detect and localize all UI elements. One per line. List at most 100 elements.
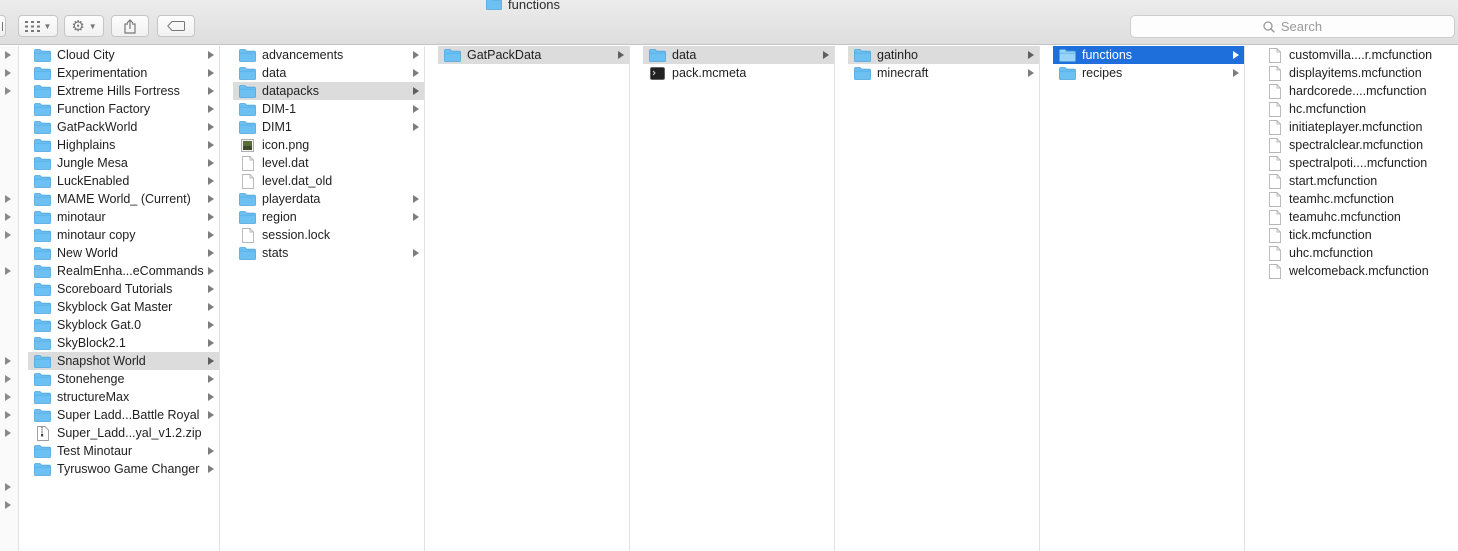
file-row[interactable]: uhc.mcfunction	[1258, 244, 1458, 262]
folder-row[interactable]: Test Minotaur	[28, 442, 219, 460]
file-row[interactable]: customvilla....r.mcfunction	[1258, 46, 1458, 64]
item-label: level.dat_old	[262, 174, 333, 188]
view-options-button[interactable]: ▼	[18, 15, 58, 37]
tag-button[interactable]	[157, 15, 195, 37]
folder-row[interactable]: playerdata	[233, 190, 424, 208]
folder-row[interactable]: MAME World_ (Current)	[28, 190, 219, 208]
folder-icon	[34, 138, 51, 152]
file-row[interactable]: welcomeback.mcfunction	[1258, 262, 1458, 280]
file-row[interactable]: displayitems.mcfunction	[1258, 64, 1458, 82]
folder-row[interactable]: data	[643, 46, 834, 64]
folder-row[interactable]: data	[233, 64, 424, 82]
item-label: New World	[57, 246, 118, 260]
item-label: Super_Ladd...yal_v1.2.zip	[57, 426, 202, 440]
file-row[interactable]: spectralpoti....mcfunction	[1258, 154, 1458, 172]
folder-row[interactable]: functions	[1053, 46, 1244, 64]
folder-row[interactable]: LuckEnabled	[28, 172, 219, 190]
folder-row[interactable]: Skyblock Gat Master	[28, 298, 219, 316]
document-icon	[1266, 173, 1283, 189]
folder-row[interactable]: Extreme Hills Fortress	[28, 82, 219, 100]
file-row[interactable]: pack.mcmeta	[643, 64, 834, 82]
folder-row[interactable]: advancements	[233, 46, 424, 64]
file-row[interactable]: spectralclear.mcfunction	[1258, 136, 1458, 154]
disclosure-arrow-icon	[208, 213, 214, 221]
column-partial	[0, 46, 19, 551]
folder-icon	[1059, 66, 1076, 80]
folder-row[interactable]: New World	[28, 244, 219, 262]
folder-row[interactable]: Highplains	[28, 136, 219, 154]
folder-row[interactable]: Tyruswoo Game Changer	[28, 460, 219, 478]
folder-row[interactable]: structureMax	[28, 388, 219, 406]
disclosure-arrow-icon	[413, 105, 419, 113]
file-row[interactable]: session.lock	[233, 226, 424, 244]
action-menu-button[interactable]: ⚙ ▼	[64, 15, 104, 37]
disclosure-arrow-icon	[208, 339, 214, 347]
search-field[interactable]: Search	[1130, 15, 1455, 38]
folder-row[interactable]: datapacks	[233, 82, 424, 100]
file-row[interactable]: Super_Ladd...yal_v1.2.zip	[28, 424, 219, 442]
item-label: LuckEnabled	[57, 174, 130, 188]
folder-row[interactable]: Stonehenge	[28, 370, 219, 388]
disclosure-arrow-icon	[208, 141, 214, 149]
item-label: RealmEnha...eCommands	[57, 264, 204, 278]
share-button[interactable]	[111, 15, 149, 37]
column-gatinho[interactable]: functions recipes	[1053, 46, 1245, 551]
item-label: Scoreboard Tutorials	[57, 282, 173, 296]
document-icon	[1266, 245, 1283, 261]
item-label: playerdata	[262, 192, 321, 206]
column-gatpackdata[interactable]: data pack.mcmeta	[643, 46, 835, 551]
folder-icon	[34, 354, 51, 368]
folder-row[interactable]: gatinho	[848, 46, 1039, 64]
item-label: Function Factory	[57, 102, 151, 116]
column-snapshot-world[interactable]: advancements data datapacks DIM-1 DIM1 icon.p…	[233, 46, 425, 551]
file-row[interactable]: hc.mcfunction	[1258, 100, 1458, 118]
folder-row[interactable]: DIM-1	[233, 100, 424, 118]
file-row[interactable]: level.dat	[233, 154, 424, 172]
folder-row[interactable]: minotaur	[28, 208, 219, 226]
item-label: functions	[1082, 48, 1133, 62]
folder-row[interactable]: minotaur copy	[28, 226, 219, 244]
column-datapacks[interactable]: GatPackData	[438, 46, 630, 551]
folder-row[interactable]: stats	[233, 244, 424, 262]
sidebar-icon	[1, 21, 3, 31]
disclosure-arrow-icon	[208, 69, 214, 77]
disclosure-arrow-icon	[5, 393, 11, 401]
folder-row[interactable]: GatPackData	[438, 46, 629, 64]
folder-row[interactable]: DIM1	[233, 118, 424, 136]
sidebar-toggle-button[interactable]	[0, 15, 6, 37]
file-row[interactable]: teamuhc.mcfunction	[1258, 208, 1458, 226]
folder-row[interactable]: recipes	[1053, 64, 1244, 82]
folder-row[interactable]: Function Factory	[28, 100, 219, 118]
file-row[interactable]: start.mcfunction	[1258, 172, 1458, 190]
folder-row[interactable]: Experimentation	[28, 64, 219, 82]
folder-row[interactable]: SkyBlock2.1	[28, 334, 219, 352]
folder-row[interactable]: Skyblock Gat.0	[28, 316, 219, 334]
folder-row[interactable]: minecraft	[848, 64, 1039, 82]
folder-row[interactable]: Cloud City	[28, 46, 219, 64]
folder-row[interactable]: Jungle Mesa	[28, 154, 219, 172]
folder-row[interactable]: Snapshot World	[28, 352, 219, 370]
column-worlds[interactable]: Cloud City Experimentation Extreme Hills F…	[28, 46, 220, 551]
folder-icon	[239, 102, 256, 116]
disclosure-arrow-icon	[5, 267, 11, 275]
item-label: hardcorede....mcfunction	[1289, 84, 1427, 98]
file-row[interactable]: hardcorede....mcfunction	[1258, 82, 1458, 100]
folder-row[interactable]: region	[233, 208, 424, 226]
disclosure-arrow-icon	[208, 195, 214, 203]
file-row[interactable]: teamhc.mcfunction	[1258, 190, 1458, 208]
item-label: initiateplayer.mcfunction	[1289, 120, 1423, 134]
file-row[interactable]: level.dat_old	[233, 172, 424, 190]
file-row[interactable]: icon.png	[233, 136, 424, 154]
column-data[interactable]: gatinho minecraft	[848, 46, 1040, 551]
folder-row[interactable]: GatPackWorld	[28, 118, 219, 136]
file-row[interactable]: initiateplayer.mcfunction	[1258, 118, 1458, 136]
file-row[interactable]: tick.mcfunction	[1258, 226, 1458, 244]
finder-toolbar: functions ▼ ⚙ ▼ Search	[0, 0, 1458, 45]
item-label: spectralclear.mcfunction	[1289, 138, 1424, 152]
document-icon	[1266, 191, 1283, 207]
folder-row[interactable]: Scoreboard Tutorials	[28, 280, 219, 298]
folder-row[interactable]: RealmEnha...eCommands	[28, 262, 219, 280]
column-functions[interactable]: customvilla....r.mcfunction displayitems.…	[1258, 46, 1458, 551]
item-label: spectralpoti....mcfunction	[1289, 156, 1428, 170]
folder-row[interactable]: Super Ladd...Battle Royal	[28, 406, 219, 424]
